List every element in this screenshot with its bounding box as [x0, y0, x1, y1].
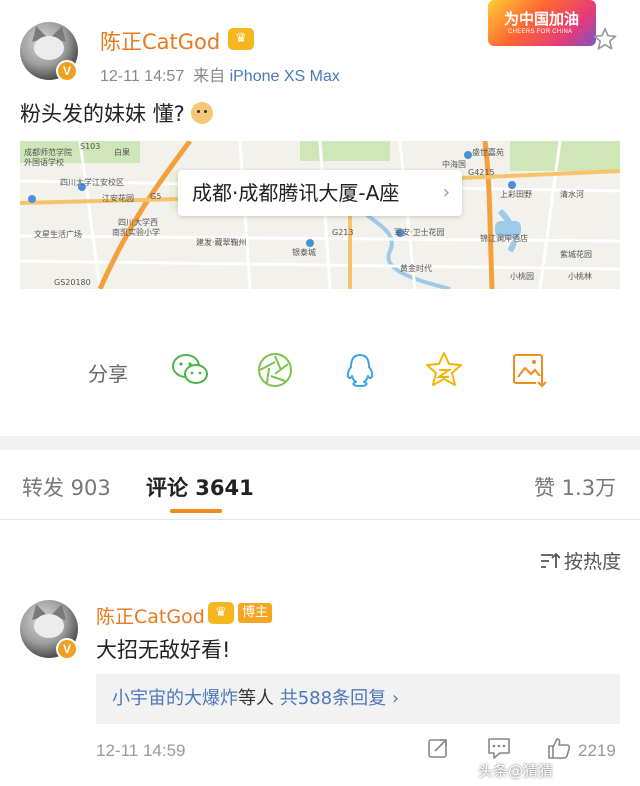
- commenter-name[interactable]: 陈正CatGod: [96, 602, 205, 629]
- vip-crown-icon: ♛: [208, 602, 234, 624]
- verified-badge-icon: V: [56, 638, 78, 660]
- map-place-label: G213: [332, 228, 353, 237]
- repost-icon[interactable]: [426, 736, 450, 760]
- map-place-label: 小桃园: [510, 271, 534, 281]
- like-thumb-icon[interactable]: [546, 736, 572, 760]
- share-row: 分享: [0, 340, 640, 400]
- sort-label: 按热度: [564, 551, 622, 573]
- map-place-label: 四川大学西: [118, 217, 158, 227]
- author-name[interactable]: 陈正CatGod: [100, 26, 220, 56]
- map-place-label: 银泰城: [292, 247, 316, 257]
- campaign-subtitle: CHEERS FOR CHINA: [508, 29, 573, 35]
- author-badge: 博主: [238, 603, 272, 623]
- map-place-label: 外国语学校: [24, 157, 64, 167]
- map-place-label: 上彩田野: [500, 189, 532, 199]
- chevron-right-icon: ›: [442, 182, 450, 203]
- verified-badge-icon: V: [56, 60, 78, 82]
- map-place-label: 成都师范学院: [24, 147, 72, 157]
- map-place-label: 紫城花园: [560, 249, 592, 259]
- map-place-label: 锦江澜岸酒店: [480, 233, 528, 243]
- interaction-tabs: 转发 903 评论 3641 赞 1.3万: [0, 450, 640, 520]
- tab-likes[interactable]: 赞 1.3万: [534, 472, 616, 502]
- map-location-label[interactable]: 成都·成都腾讯大厦-A座 ›: [178, 170, 462, 216]
- map-place-label: 四川大学江安校区: [60, 177, 124, 187]
- map-place-label: 建发·藏翠鞠州: [196, 237, 247, 247]
- comment-text: 大招无敌好看!: [96, 638, 231, 662]
- comment-like-count: 2219: [578, 741, 616, 760]
- map-place-label: 中海国: [442, 159, 466, 169]
- map-place-label: 白果: [114, 147, 130, 157]
- moments-icon[interactable]: [255, 350, 295, 390]
- map-place-label: G5: [150, 192, 161, 201]
- save-image-icon[interactable]: [510, 350, 550, 390]
- source-device[interactable]: iPhone XS Max: [230, 68, 340, 85]
- comment-timestamp: 12-11 14:59: [96, 741, 186, 760]
- map-place-label: GS20180: [54, 278, 91, 287]
- post-meta: 12-11 14:57 来自 iPhone XS Max: [100, 62, 340, 86]
- replies-total[interactable]: 共588条回复: [280, 688, 386, 709]
- map-place-label: S103: [80, 142, 100, 151]
- favorite-star-icon[interactable]: [592, 26, 618, 52]
- wechat-icon[interactable]: [170, 350, 210, 390]
- section-divider: [0, 436, 640, 450]
- active-tab-indicator: [170, 509, 222, 513]
- share-label: 分享: [88, 362, 128, 386]
- post-timestamp: 12-11 14:57: [100, 68, 185, 85]
- watermark: 头条@猜猜: [478, 762, 554, 780]
- tab-comments[interactable]: 评论 3641: [146, 472, 254, 502]
- map-place-label: 文星生活广场: [34, 229, 82, 239]
- replies-preview[interactable]: 小宇宙的大爆炸等人 共588条回复 ›: [96, 674, 620, 724]
- map-place-label: 盛世嘉苑: [472, 147, 504, 157]
- doge-emoji-icon: [190, 102, 213, 124]
- post-body: 粉头发的妹妹 懂?: [20, 98, 213, 128]
- replies-mid-text: 等人: [238, 688, 274, 709]
- map-place-label: 军安·卫士花园: [394, 227, 445, 237]
- source-prefix: 来自: [193, 68, 226, 85]
- post-text: 粉头发的妹妹 懂?: [20, 102, 185, 126]
- map-place-label: 黄金时代: [400, 263, 432, 273]
- map-place-label: 清水河: [560, 189, 584, 199]
- tab-reposts[interactable]: 转发 903: [22, 472, 111, 502]
- sort-icon: [541, 552, 560, 568]
- vip-crown-icon: ♛: [228, 28, 254, 50]
- sort-by-hot-button[interactable]: 按热度: [540, 547, 621, 574]
- map-place-label: 江安花园: [102, 193, 134, 203]
- cheers-for-china-badge[interactable]: 为中国加油 CHEERS FOR CHINA: [488, 0, 596, 46]
- comment-icon[interactable]: [486, 736, 512, 760]
- location-text: 成都·成都腾讯大厦-A座: [192, 181, 400, 205]
- map-place-label: 小桃林: [568, 271, 592, 281]
- qzone-icon[interactable]: [424, 350, 464, 390]
- campaign-title: 为中国加油: [504, 10, 580, 28]
- qq-icon[interactable]: [340, 350, 380, 390]
- map-place-label: 南凯实验小学: [112, 227, 160, 237]
- chevron-right-icon: ›: [391, 688, 400, 709]
- map-place-label: G4215: [468, 168, 495, 177]
- reply-user-link[interactable]: 小宇宙的大爆炸: [112, 688, 238, 709]
